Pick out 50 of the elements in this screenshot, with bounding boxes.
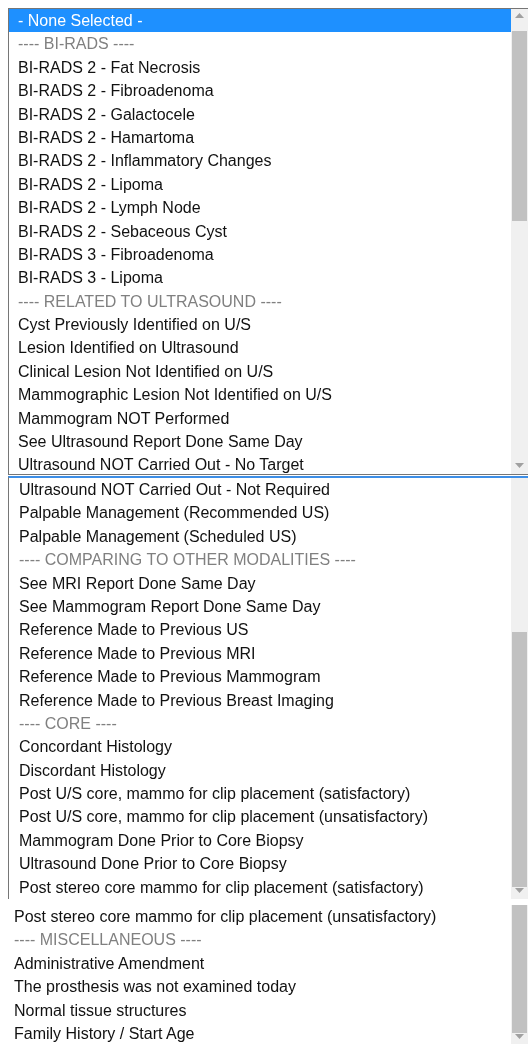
list-option[interactable]: Palpable Management (Scheduled US) (9, 524, 511, 549)
list-option[interactable]: Family History / Start Age (0, 1021, 511, 1044)
list-option[interactable]: BI-RADS 2 - Hamartoma (9, 125, 511, 150)
list-box[interactable] (8, 476, 528, 899)
scrollbar[interactable] (511, 478, 528, 899)
list-option[interactable]: BI-RADS 3 - Fibroadenoma (9, 242, 511, 267)
scroll-up-icon[interactable] (515, 13, 524, 18)
list-option[interactable]: Reference Made to Previous Mammogram (9, 665, 511, 689)
list-option[interactable]: The prosthesis was not examined today (0, 975, 511, 999)
list-option[interactable]: Mammogram Done Prior to Core Biopsy (9, 828, 511, 853)
list-option[interactable]: BI-RADS 3 - Lipoma (9, 266, 511, 290)
list-option[interactable]: Normal tissue structures (0, 998, 511, 1022)
group-header: ---- MISCELLANEOUS ---- (13, 930, 203, 951)
list-option[interactable]: BI-RADS 2 - Lipoma (9, 172, 511, 197)
list-option[interactable]: Reference Made to Previous MRI (9, 641, 511, 666)
list-option[interactable]: Palpable Management (Recommended US) (9, 501, 511, 525)
scrollbar[interactable] (511, 9, 528, 474)
list-option[interactable]: Post U/S core, mammo for clip placement (unsatisfactory) (9, 805, 511, 829)
list-option[interactable]: Ultrasound NOT Carried Out - Not Required (9, 478, 511, 502)
list-option[interactable]: Post stereo core mammo for clip placement (unsatisfactory) (0, 905, 511, 929)
list-option[interactable]: BI-RADS 2 - Lymph Node (9, 196, 511, 220)
list-option[interactable]: See Mammogram Report Done Same Day (9, 594, 511, 619)
list-option[interactable]: See MRI Report Done Same Day (9, 571, 511, 595)
scrollbar[interactable] (511, 905, 528, 1044)
group-header: ---- CORE ---- (18, 713, 118, 734)
list-option[interactable]: Ultrasound Done Prior to Core Biopsy (9, 852, 511, 876)
list-option[interactable]: Reference Made to Previous US (9, 618, 511, 642)
list-option[interactable]: Discordant Histology (9, 758, 511, 783)
list-option[interactable]: Post U/S core, mammo for clip placement (satisfactory) (9, 782, 511, 806)
list-box[interactable] (8, 8, 528, 475)
list-option[interactable]: BI-RADS 2 - Fat Necrosis (9, 55, 511, 80)
list-option[interactable]: Post stereo core mammo for clip placement (satisfactory) (9, 875, 511, 899)
list-option[interactable]: Ultrasound NOT Carried Out - No Target (9, 453, 511, 474)
scroll-down-icon[interactable] (515, 463, 524, 468)
list-option[interactable]: BI-RADS 2 - Sebaceous Cyst (9, 219, 511, 243)
list-option[interactable]: Clinical Lesion Not Identified on U/S (9, 359, 511, 384)
list-option[interactable]: BI-RADS 2 - Fibroadenoma (9, 79, 511, 103)
list-option[interactable]: BI-RADS 2 - Inflammatory Changes (9, 149, 511, 173)
group-header: ---- RELATED TO ULTRASOUND ---- (17, 291, 283, 312)
list-option[interactable]: Administrative Amendment (0, 951, 511, 976)
list-option[interactable]: Concordant Histology (9, 735, 511, 759)
group-header: ---- COMPARING TO OTHER MODALITIES ---- (18, 550, 357, 571)
list-option[interactable]: See Ultrasound Report Done Same Day (9, 430, 511, 454)
group-header: ---- BI-RADS ---- (17, 34, 136, 55)
list-option[interactable]: Mammographic Lesion Not Identified on U/S (9, 383, 511, 407)
list-option[interactable]: BI-RADS 2 - Galactocele (9, 102, 511, 126)
list-option[interactable]: Reference Made to Previous Breast Imaging (9, 688, 511, 712)
list-option[interactable]: Lesion Identified on Ultrasound (9, 336, 511, 360)
list-option[interactable]: Cyst Previously Identified on U/S (9, 313, 511, 337)
list-option[interactable]: Mammogram NOT Performed (9, 406, 511, 431)
